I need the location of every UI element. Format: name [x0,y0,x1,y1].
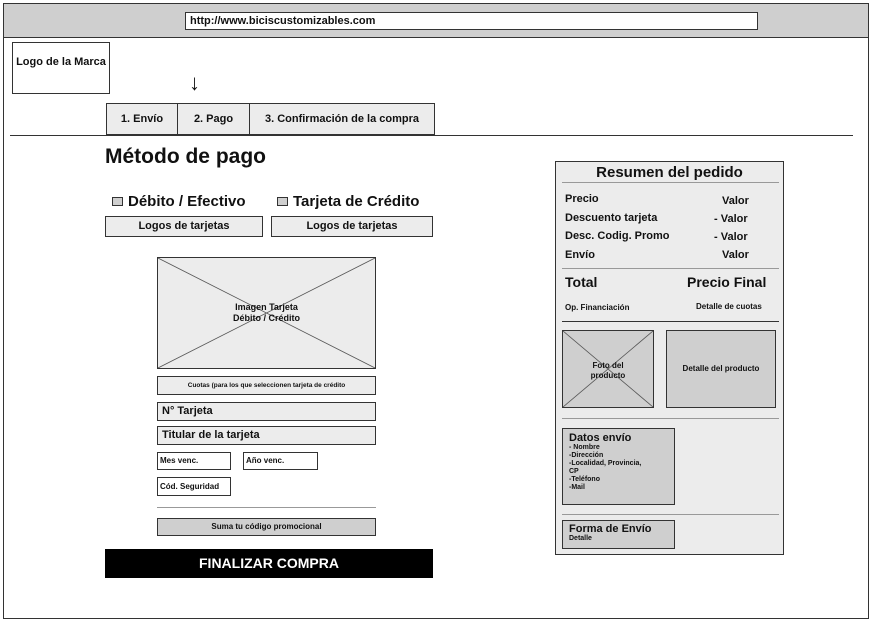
step-confirmacion[interactable]: 3. Confirmación de la compra [249,103,435,135]
security-code-input[interactable]: Cód. Seguridad [157,477,231,496]
card-number-input[interactable]: N° Tarjeta [157,402,376,421]
expiry-year-input[interactable]: Año venc. [243,452,318,470]
product-photo-caption-line1: Foto del [592,361,624,370]
credit-checkbox[interactable] [277,197,288,206]
step-pago[interactable]: 2. Pago [177,103,249,135]
option-debit-label: Débito / Efectivo [128,193,246,210]
option-credit-label: Tarjeta de Crédito [293,193,420,210]
product-photo-caption: Foto del producto [563,361,653,381]
step-envio[interactable]: 1. Envío [106,103,177,135]
card-image-caption: Imagen Tarjeta Débito / Crédito [158,302,375,324]
checkout-steps: 1. Envío 2. Pago 3. Confirmación de la c… [106,103,435,135]
financing-value: Detalle de cuotas [696,302,762,311]
financing-label: Op. Financiación [565,303,630,312]
summary-title: Resumen del pedido [596,164,743,181]
delivery-method: Forma de Envío Detalle [562,520,675,549]
shipping-item: - Nombre [569,444,600,451]
product-detail: Detalle del producto [666,330,776,408]
shipping-item: -Teléfono [569,476,600,483]
option-credit[interactable]: Tarjeta de Crédito [277,193,419,210]
option-debit[interactable]: Débito / Efectivo [112,193,246,210]
card-logos-debit: Logos de tarjetas [105,216,263,237]
finish-purchase-button[interactable]: FINALIZAR COMPRA [105,549,433,578]
price-value: Valor [722,195,749,207]
shipping-cost-label: Envío [565,249,595,261]
shipping-data: Datos envío - Nombre -Dirección -Localid… [562,428,675,505]
header-divider [10,135,853,136]
summary-divider [562,182,779,183]
promo-discount-label: Desc. Codig. Promo [565,230,670,242]
shipping-item: -Localidad, Provincia, [569,460,642,467]
browser-bar: http://www.biciscustomizables.com [4,4,868,38]
card-image-placeholder: Imagen Tarjeta Débito / Crédito [157,257,376,369]
order-summary: Resumen del pedido Precio Valor Descuent… [555,161,784,555]
card-logos-credit: Logos de tarjetas [271,216,433,237]
url-bar[interactable]: http://www.biciscustomizables.com [185,12,758,30]
delivery-method-title: Forma de Envío [569,523,652,535]
card-discount-label: Descuento tarjeta [565,212,658,224]
cuotas-select[interactable]: Cuotas (para los que seleccionen tarjeta… [157,376,376,395]
promo-divider [157,507,376,508]
brand-logo[interactable]: Logo de la Marca [12,42,110,94]
shipping-item: CP [569,468,579,475]
shipping-item: -Dirección [569,452,604,459]
shipping-data-title: Datos envío [569,432,632,444]
shipping-item: -Mail [569,484,585,491]
card-discount-value: - Valor [714,213,748,225]
card-holder-input[interactable]: Titular de la tarjeta [157,426,376,445]
page-title: Método de pago [105,145,266,168]
promo-code-button[interactable]: Suma tu código promocional [157,518,376,536]
card-image-caption-line2: Débito / Crédito [233,313,300,323]
debit-checkbox[interactable] [112,197,123,206]
product-photo-caption-line2: producto [590,371,626,380]
delivery-method-detail: Detalle [569,535,592,542]
summary-divider [562,514,779,515]
shipping-cost-value: Valor [722,249,749,261]
promo-discount-value: - Valor [714,231,748,243]
total-value: Precio Final [687,274,767,290]
summary-divider [562,268,779,269]
total-label: Total [565,274,598,290]
summary-divider [562,321,779,322]
card-image-caption-line1: Imagen Tarjeta [235,302,298,312]
product-photo-placeholder: Foto del producto [562,330,654,408]
summary-divider [562,418,779,419]
expiry-month-input[interactable]: Mes venc. [157,452,231,470]
price-label: Precio [565,193,599,205]
current-step-arrow-icon: ↓ [189,70,200,95]
